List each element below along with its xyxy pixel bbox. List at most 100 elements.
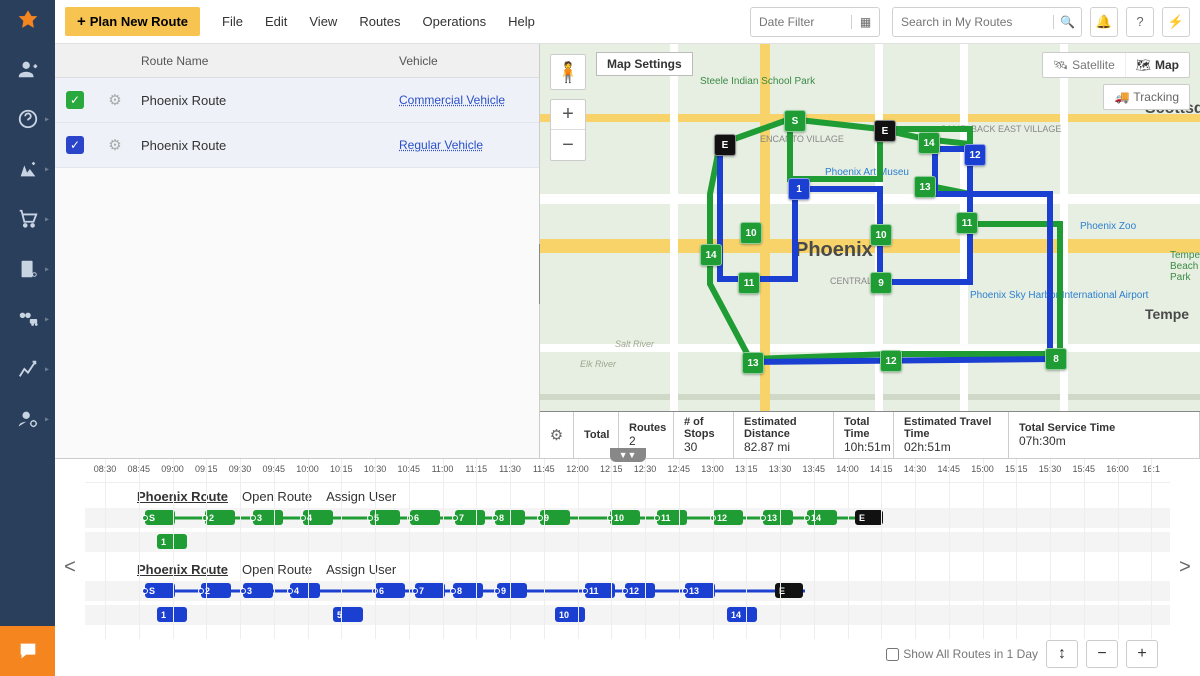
timeline-stop[interactable]: 13 bbox=[685, 583, 715, 598]
assign-user-link[interactable]: Assign User bbox=[326, 562, 396, 577]
map-stop-marker[interactable]: 10 bbox=[740, 222, 762, 244]
map-stop-marker[interactable]: 14 bbox=[700, 244, 722, 266]
timeline-stop[interactable]: S bbox=[145, 583, 175, 598]
timeline-stop[interactable]: 5 bbox=[333, 607, 363, 622]
lightning-icon[interactable]: ⚡ bbox=[1162, 7, 1190, 37]
route-checkbox[interactable]: ✓ bbox=[66, 136, 84, 154]
timeline-stop[interactable]: 6 bbox=[410, 510, 440, 525]
timeline-stop[interactable]: 6 bbox=[375, 583, 405, 598]
map-stop-marker[interactable]: 11 bbox=[956, 212, 978, 234]
timeline-stop[interactable]: 8 bbox=[453, 583, 483, 598]
route-checkbox[interactable]: ✓ bbox=[66, 91, 84, 109]
gear-icon[interactable]: ⚙ bbox=[95, 91, 135, 109]
tracking-button[interactable]: 🚚Tracking bbox=[1103, 84, 1190, 110]
assign-user-link[interactable]: Assign User bbox=[326, 489, 396, 504]
pegman-icon[interactable]: 🧍 bbox=[550, 54, 586, 90]
timeline-next[interactable]: > bbox=[1170, 459, 1200, 676]
timeline-prev[interactable]: < bbox=[55, 459, 85, 676]
nav-cart[interactable]: ▸ bbox=[0, 194, 55, 244]
nav-add-user[interactable] bbox=[0, 44, 55, 94]
routes-panel: Route Name Vehicle ✓ ⚙ Phoenix Route Com… bbox=[55, 44, 540, 458]
map-stop-marker[interactable]: 14 bbox=[918, 132, 940, 154]
nav-help[interactable]: ▸ bbox=[0, 94, 55, 144]
route-row[interactable]: ✓ ⚙ Phoenix Route Commercial Vehicle bbox=[55, 78, 539, 123]
map-stop-marker[interactable]: 13 bbox=[742, 352, 764, 374]
timeline-stop[interactable]: 10 bbox=[610, 510, 640, 525]
zoom-control: + − bbox=[550, 99, 586, 161]
date-filter-input[interactable] bbox=[751, 15, 851, 29]
open-route-link[interactable]: Open Route bbox=[242, 562, 312, 577]
timeline-stop[interactable]: 3 bbox=[253, 510, 283, 525]
timeline-stop[interactable]: 3 bbox=[243, 583, 273, 598]
nav-user-settings[interactable]: ▸ bbox=[0, 394, 55, 444]
menu-edit[interactable]: Edit bbox=[265, 14, 287, 29]
menu-file[interactable]: File bbox=[222, 14, 243, 29]
gear-icon[interactable]: ⚙ bbox=[95, 136, 135, 154]
summary-val: 07h:30m bbox=[1019, 434, 1189, 448]
plan-new-route-button[interactable]: +Plan New Route bbox=[65, 7, 200, 36]
map-stop-marker[interactable]: 9 bbox=[870, 272, 892, 294]
timeline-stop[interactable]: 7 bbox=[455, 510, 485, 525]
map-stop-marker[interactable]: 12 bbox=[964, 144, 986, 166]
timeline-fit-button[interactable]: ↕ bbox=[1046, 640, 1078, 668]
menu-operations[interactable]: Operations bbox=[423, 14, 487, 29]
search-input[interactable] bbox=[893, 15, 1053, 29]
menu-help[interactable]: Help bbox=[508, 14, 535, 29]
map-stop-marker[interactable]: 10 bbox=[870, 224, 892, 246]
vehicle-link[interactable]: Commercial Vehicle bbox=[399, 93, 539, 107]
timeline-zoom-in[interactable]: + bbox=[1126, 640, 1158, 668]
nav-book[interactable]: ▸ bbox=[0, 244, 55, 294]
map-stop-marker[interactable]: 12 bbox=[880, 350, 902, 372]
timeline-stop[interactable]: 10 bbox=[555, 607, 585, 622]
vehicle-link[interactable]: Regular Vehicle bbox=[399, 138, 539, 152]
collapse-timeline-handle[interactable]: ▼▼ bbox=[610, 448, 646, 462]
map-stop-marker[interactable]: 8 bbox=[1045, 348, 1067, 370]
map-settings-button[interactable]: Map Settings bbox=[596, 52, 693, 76]
timeline-route-name[interactable]: Phoenix Route bbox=[137, 562, 228, 577]
menu-routes[interactable]: Routes bbox=[359, 14, 400, 29]
satellite-toggle[interactable]: 🛰Satellite bbox=[1043, 53, 1126, 77]
timeline-stop[interactable]: E bbox=[855, 510, 883, 525]
nav-fleet[interactable]: ▸ bbox=[0, 294, 55, 344]
timeline-stop[interactable]: 11 bbox=[657, 510, 687, 525]
timeline-route-name[interactable]: Phoenix Route bbox=[137, 489, 228, 504]
timeline-stop[interactable]: 12 bbox=[625, 583, 655, 598]
summary-hdr: # of Stops bbox=[684, 416, 723, 440]
nav-routes[interactable]: ▸ bbox=[0, 144, 55, 194]
calendar-icon[interactable]: ▦ bbox=[851, 15, 879, 29]
route-row[interactable]: ✓ ⚙ Phoenix Route Regular Vehicle bbox=[55, 123, 539, 168]
timeline: ▼▼ < 08:3008:4509:0009:1509:3009:4510:00… bbox=[55, 458, 1200, 676]
timeline-zoom-out[interactable]: − bbox=[1086, 640, 1118, 668]
zoom-in-button[interactable]: + bbox=[551, 100, 585, 130]
timeline-stop[interactable]: 13 bbox=[763, 510, 793, 525]
timeline-stop[interactable]: 14 bbox=[807, 510, 837, 525]
zoom-out-button[interactable]: − bbox=[551, 130, 585, 160]
show-all-checkbox[interactable]: Show All Routes in 1 Day bbox=[886, 647, 1038, 661]
bell-icon[interactable]: 🔔 bbox=[1090, 7, 1118, 37]
nav-analytics[interactable]: ▸ bbox=[0, 344, 55, 394]
open-route-link[interactable]: Open Route bbox=[242, 489, 312, 504]
chat-button[interactable] bbox=[0, 626, 55, 676]
map-stop-marker[interactable]: 11 bbox=[738, 272, 760, 294]
timeline-stop[interactable]: 9 bbox=[497, 583, 527, 598]
map[interactable]: Steele Indian School Park Phoenix Art Mu… bbox=[540, 44, 1200, 411]
timeline-stop[interactable]: 4 bbox=[290, 583, 320, 598]
summary-gear-icon[interactable]: ⚙ bbox=[540, 412, 574, 458]
search-icon[interactable]: 🔍 bbox=[1053, 15, 1081, 29]
map-stop-marker[interactable]: S bbox=[784, 110, 806, 132]
map-end-marker[interactable]: E bbox=[874, 120, 896, 142]
map-toggle[interactable]: 🗺Map bbox=[1126, 53, 1189, 77]
timeline-stop[interactable]: 14 bbox=[727, 607, 757, 622]
map-end-marker[interactable]: E bbox=[714, 134, 736, 156]
date-filter[interactable]: ▦ bbox=[750, 7, 880, 37]
timeline-stop[interactable]: 7 bbox=[415, 583, 445, 598]
menu-view[interactable]: View bbox=[309, 14, 337, 29]
timeline-stop[interactable]: S bbox=[145, 510, 175, 525]
help-icon[interactable]: ? bbox=[1126, 7, 1154, 37]
timeline-stop[interactable]: 12 bbox=[713, 510, 743, 525]
map-stop-marker[interactable]: 13 bbox=[914, 176, 936, 198]
search-box[interactable]: 🔍 bbox=[892, 7, 1082, 37]
map-stop-marker[interactable]: 1 bbox=[788, 178, 810, 200]
main-menu: File Edit View Routes Operations Help bbox=[222, 14, 535, 29]
timeline-stop[interactable]: 2 bbox=[205, 510, 235, 525]
